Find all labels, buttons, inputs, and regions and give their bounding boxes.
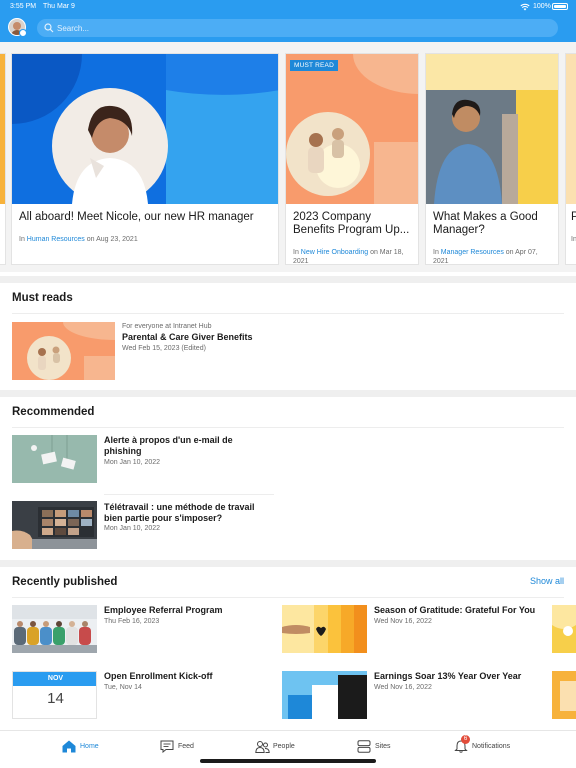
site-link[interactable]: Human Resources	[27, 236, 85, 243]
recent-thumbnail[interactable]	[12, 605, 97, 653]
tab-label: Feed	[178, 743, 194, 750]
meta-date: on Aug 23, 2021	[86, 236, 138, 243]
featured-card-peek-right[interactable]: P In	[565, 53, 576, 265]
section-separator	[0, 276, 576, 283]
people-icon	[255, 741, 270, 753]
recommended-date: Mon Jan 10, 2022	[104, 525, 161, 532]
recent-date: Wed Nov 16, 2022	[374, 684, 432, 691]
featured-title[interactable]: All aboard! Meet Nicole, our new HR mana…	[19, 211, 272, 224]
recent-date: Wed Nov 16, 2022	[374, 618, 432, 625]
notification-count-badge: 6	[461, 735, 470, 744]
battery-icon	[552, 3, 568, 10]
featured-card-peek-left[interactable]	[0, 53, 6, 265]
featured-card[interactable]: MUST READ 2023 Company Benefits Program …	[285, 53, 419, 265]
section-separator	[0, 390, 576, 397]
recently-published-section: Recently published Show all Employee Ref…	[0, 567, 576, 730]
section-title: Recommended	[12, 406, 95, 418]
recent-thumbnail-peek[interactable]	[552, 671, 576, 719]
recent-date: Tue, Nov 14	[104, 684, 142, 691]
section-title: Recently published	[12, 576, 118, 588]
site-link[interactable]: Manager Resources	[441, 249, 504, 256]
featured-carousel[interactable]: All aboard! Meet Nicole, our new HR mana…	[0, 42, 576, 272]
calendar-day: 14	[47, 690, 64, 707]
wifi-icon	[520, 3, 530, 11]
must-read-title[interactable]: Parental & Care Giver Benefits	[122, 332, 253, 343]
must-read-audience: For everyone at Intranet Hub	[122, 323, 212, 330]
featured-meta: In Human Resources on Aug 23, 2021	[19, 235, 272, 244]
featured-title[interactable]: 2023 Company Benefits Program Up...	[293, 211, 412, 237]
status-date: Thu Mar 9	[43, 3, 75, 10]
event-calendar-thumbnail[interactable]: NOV 14	[12, 671, 97, 719]
recent-thumbnail[interactable]	[282, 671, 367, 719]
recent-title[interactable]: Employee Referral Program	[104, 605, 223, 616]
meta-prefix: In	[293, 249, 299, 256]
must-read-badge: MUST READ	[290, 60, 338, 71]
featured-meta: In	[571, 236, 576, 243]
meta-prefix: In	[19, 236, 25, 243]
recent-title[interactable]: Season of Gratitude: Grateful For You	[374, 605, 535, 616]
status-time: 3:55 PM	[10, 3, 37, 10]
recent-date: Thu Feb 16, 2023	[104, 618, 160, 625]
recent-title[interactable]: Earnings Soar 13% Year Over Year	[374, 671, 521, 682]
search-input[interactable]	[57, 21, 537, 35]
home-indicator	[200, 759, 376, 763]
section-separator	[0, 560, 576, 567]
battery-percent: 100%	[533, 3, 551, 10]
home-icon	[62, 740, 76, 753]
must-reads-section: Must reads For everyone at Intranet Hub …	[0, 283, 576, 390]
featured-card[interactable]: All aboard! Meet Nicole, our new HR mana…	[11, 53, 279, 265]
tab-label: Home	[80, 743, 99, 750]
must-read-date: Wed Feb 15, 2023 (Edited)	[122, 345, 206, 352]
featured-title[interactable]: P	[571, 211, 576, 224]
featured-card[interactable]: What Makes a Good Manager? In Manager Re…	[425, 53, 559, 265]
site-link[interactable]: New Hire Onboarding	[301, 249, 368, 256]
tab-home[interactable]: Home	[62, 739, 112, 757]
calendar-month: NOV	[13, 672, 96, 686]
section-title: Must reads	[12, 292, 73, 304]
sites-icon	[357, 740, 371, 753]
recommended-thumbnail[interactable]	[12, 501, 97, 549]
feed-icon	[160, 740, 174, 753]
recommended-section: Recommended Alerte à propos d'un e-mail …	[0, 397, 576, 560]
recommended-thumbnail[interactable]	[12, 435, 97, 483]
featured-image	[12, 54, 278, 204]
tab-notifications[interactable]: 6 Notifications	[454, 735, 534, 757]
avatar-badge	[19, 29, 27, 37]
recent-thumbnail[interactable]	[282, 605, 367, 653]
tab-feed[interactable]: Feed	[160, 739, 210, 757]
must-read-thumbnail[interactable]	[12, 322, 115, 380]
tab-label: Sites	[375, 743, 391, 750]
tab-sites[interactable]: Sites	[357, 739, 407, 757]
featured-image	[426, 54, 558, 204]
featured-image: MUST READ	[286, 54, 418, 204]
tab-label: People	[273, 743, 295, 750]
tab-people[interactable]: People	[255, 739, 315, 757]
recommended-title[interactable]: Alerte à propos d'un e-mail de phishing	[104, 435, 244, 457]
recommended-title[interactable]: Télétravail : une méthode de travail bie…	[104, 502, 264, 524]
recent-title[interactable]: Open Enrollment Kick-off	[104, 671, 213, 682]
recommended-date: Mon Jan 10, 2022	[104, 459, 161, 466]
search-bar[interactable]	[37, 19, 558, 37]
featured-title[interactable]: What Makes a Good Manager?	[433, 211, 552, 237]
meta-prefix: In	[433, 249, 439, 256]
featured-meta: In New Hire Onboarding on Mar 18, 2021	[293, 248, 412, 264]
status-bar: 3:55 PM Thu Mar 9 100%	[0, 0, 576, 14]
top-bar: 3:55 PM Thu Mar 9 100%	[0, 0, 576, 42]
featured-meta: In Manager Resources on Apr 07, 2021	[433, 248, 552, 264]
tab-label: Notifications	[472, 743, 511, 750]
show-all-link[interactable]: Show all	[530, 576, 564, 586]
search-icon	[44, 23, 54, 33]
recent-thumbnail-peek[interactable]	[552, 605, 576, 653]
